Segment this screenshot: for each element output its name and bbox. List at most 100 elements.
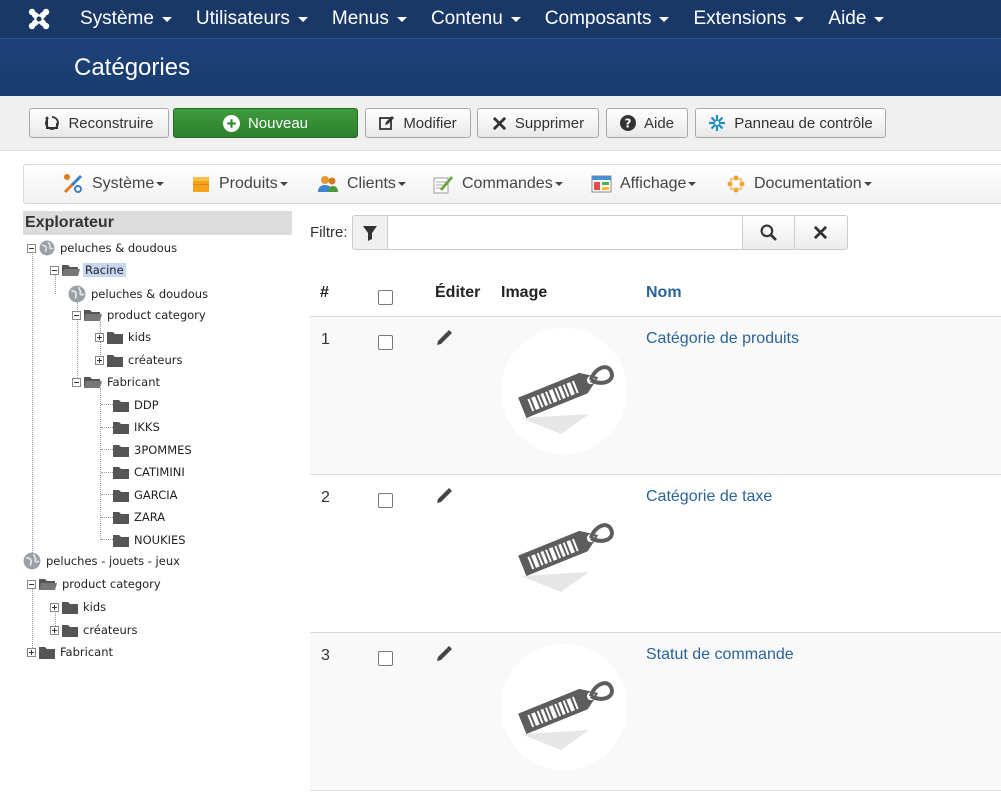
edit-icon — [379, 116, 395, 130]
collapse-icon[interactable] — [27, 243, 36, 253]
submenu-clients[interactable]: Clients — [317, 165, 406, 203]
users-icon — [318, 176, 338, 192]
tree-node-createurs-2[interactable]: créateurs — [50, 623, 140, 637]
row-checkbox[interactable] — [378, 651, 393, 666]
topnav-contenu[interactable]: Contenu — [431, 8, 521, 30]
filter-input[interactable] — [387, 215, 743, 250]
category-name-link[interactable]: Catégorie de produits — [646, 330, 799, 348]
svg-text:?: ? — [625, 117, 632, 131]
tree-node-product-category[interactable]: product category — [72, 308, 208, 322]
tree-node-peluches-doudous[interactable]: peluches & doudous — [27, 240, 179, 256]
tree-node-racine[interactable]: Racine — [50, 263, 126, 277]
tree-node-ddp[interactable]: DDP — [113, 398, 161, 412]
explorer-panel: Explorateur peluches & doudous Racine pe… — [23, 211, 292, 671]
tree-node-fabricant[interactable]: Fabricant — [72, 375, 162, 389]
tree-node-zara[interactable]: ZARA — [113, 510, 167, 524]
expand-icon[interactable] — [95, 355, 104, 365]
display-icon — [591, 175, 612, 193]
tree-node-product-category-2[interactable]: product category — [27, 577, 163, 591]
expand-icon[interactable] — [50, 602, 59, 612]
tree-node-garcia[interactable]: GARCIA — [113, 488, 179, 502]
rebuild-button[interactable]: Reconstruire — [29, 108, 169, 138]
help-button[interactable]: ? Aide — [606, 108, 688, 138]
topnav-menus[interactable]: Menus — [332, 8, 407, 30]
edit-button[interactable]: Modifier — [365, 108, 471, 138]
topnav-utilisateurs[interactable]: Utilisateurs — [196, 8, 308, 30]
search-button[interactable] — [742, 215, 795, 250]
topnav-systeme[interactable]: Système — [80, 8, 172, 30]
plus-circle-icon — [222, 114, 240, 132]
folder-icon — [107, 354, 123, 367]
pencil-icon[interactable] — [435, 645, 453, 663]
table-row — [310, 790, 1001, 805]
categories-table: # Éditer Image Nom 1 Catégorie de produi… — [310, 270, 1001, 805]
folder-open-icon — [39, 579, 57, 590]
submenu-commandes[interactable]: Commandes — [432, 165, 563, 203]
row-checkbox[interactable] — [378, 335, 393, 350]
tree-node-3pommes[interactable]: 3POMMES — [113, 443, 194, 457]
explorer-title: Explorateur — [23, 211, 292, 235]
tree-node-catimini[interactable]: CATIMINI — [113, 465, 187, 479]
collapse-icon[interactable] — [72, 377, 81, 387]
submenu-systeme[interactable]: Système — [62, 165, 165, 203]
topnav-composants[interactable]: Composants — [545, 8, 670, 30]
expand-icon[interactable] — [50, 625, 59, 635]
search-icon — [760, 224, 777, 241]
submenu-documentation[interactable]: Documentation — [726, 165, 872, 203]
folder-icon — [39, 646, 55, 659]
tree-node-peluches-doudous-child[interactable]: peluches & doudous — [68, 285, 210, 303]
collapse-icon[interactable] — [50, 265, 59, 275]
folder-icon — [62, 624, 78, 637]
page-title: Catégories — [74, 54, 191, 81]
folder-icon — [113, 399, 129, 412]
category-image — [501, 486, 627, 612]
delete-button[interactable]: Supprimer — [477, 108, 599, 138]
category-image — [501, 328, 627, 454]
table-row: 3 Statut de commande — [310, 632, 1001, 790]
col-header-image: Image — [501, 284, 548, 301]
tree-node-kids-2[interactable]: kids — [50, 600, 108, 614]
folder-icon — [62, 601, 78, 614]
tree-node-fabricant-2[interactable]: Fabricant — [27, 645, 115, 659]
clear-filter-button[interactable] — [794, 215, 848, 250]
close-icon — [492, 116, 507, 130]
category-name-link[interactable]: Statut de commande — [646, 646, 794, 664]
folder-open-icon — [84, 377, 102, 388]
caret-down-icon — [396, 16, 407, 22]
tree-node-createurs[interactable]: créateurs — [95, 353, 185, 367]
tree-node-kids[interactable]: kids — [95, 330, 153, 344]
component-submenu: Système Produits Clients Commandes Affic… — [23, 164, 1001, 204]
control-panel-icon — [709, 115, 726, 131]
category-name-link[interactable]: Catégorie de taxe — [646, 488, 772, 506]
joomla-logo-icon[interactable] — [0, 0, 80, 38]
table-row: 2 Catégorie de taxe — [310, 474, 1001, 632]
topnav-aide[interactable]: Aide — [828, 8, 885, 30]
title-bar: Catégories — [0, 38, 1001, 96]
filter-label: Filtre: — [310, 224, 348, 241]
caret-down-icon — [297, 16, 308, 22]
submenu-produits[interactable]: Produits — [191, 165, 288, 203]
select-all-checkbox[interactable] — [378, 290, 393, 305]
tree-node-noukies[interactable]: NOUKIES — [113, 533, 188, 547]
tree-node-peluches-jouets-jeux[interactable]: peluches - jouets - jeux — [23, 552, 182, 570]
pencil-icon[interactable] — [435, 329, 453, 347]
col-header-name[interactable]: Nom — [646, 284, 682, 302]
topnav-extensions[interactable]: Extensions — [693, 8, 805, 30]
row-checkbox[interactable] — [378, 493, 393, 508]
close-icon — [813, 225, 828, 240]
box-icon — [193, 177, 209, 192]
question-circle-icon: ? — [619, 115, 636, 131]
expand-icon[interactable] — [95, 332, 104, 342]
new-button[interactable]: Nouveau — [173, 108, 358, 138]
tree-node-ikks[interactable]: IKKS — [113, 420, 162, 434]
col-header-edit: Éditer — [435, 284, 481, 301]
collapse-icon[interactable] — [27, 579, 36, 589]
col-header-number: # — [320, 284, 329, 301]
submenu-affichage[interactable]: Affichage — [591, 165, 697, 203]
pencil-icon[interactable] — [435, 487, 453, 505]
collapse-icon[interactable] — [72, 310, 81, 320]
documentation-icon — [727, 175, 745, 193]
expand-icon[interactable] — [27, 647, 36, 657]
control-panel-button[interactable]: Panneau de contrôle — [695, 108, 886, 138]
folder-icon — [113, 421, 129, 434]
